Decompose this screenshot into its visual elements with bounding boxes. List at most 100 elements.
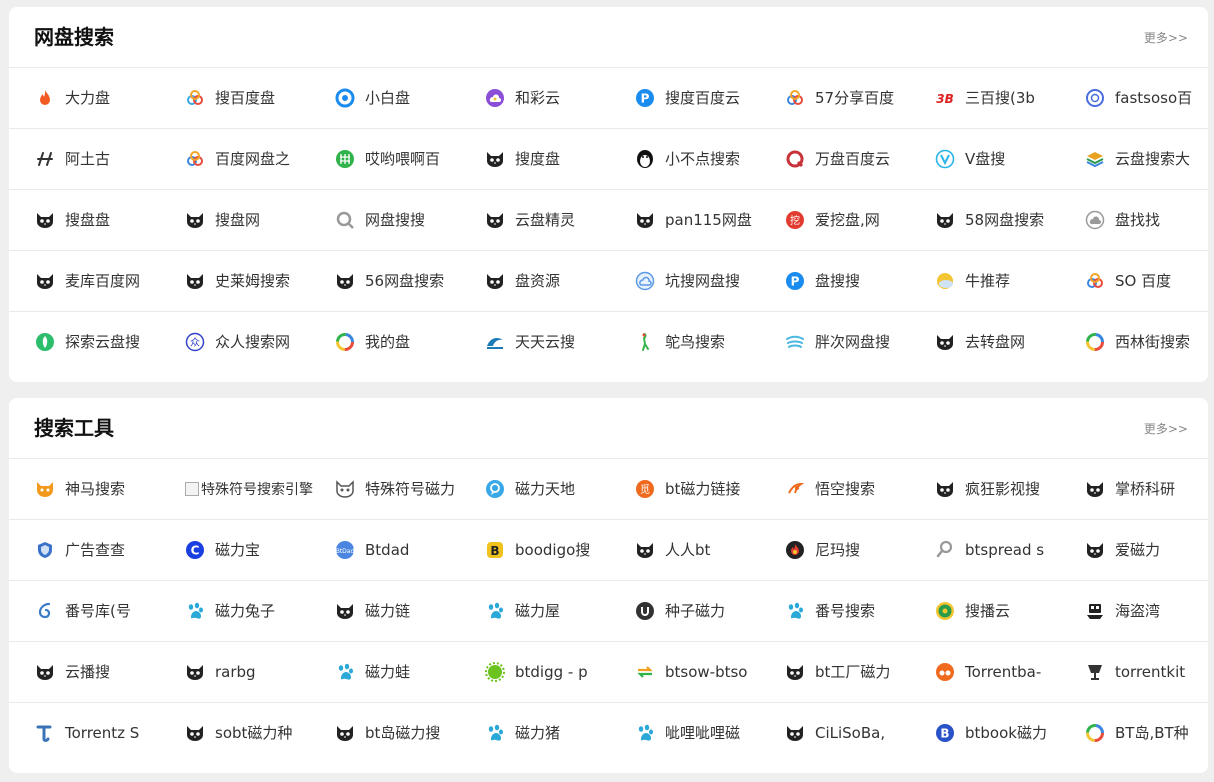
site-link[interactable]: 众 众人搜索网 (185, 312, 325, 372)
more-link[interactable]: 更多>> (1144, 29, 1188, 46)
grid-row: 云播搜 rarbg 磁力蛙 btdigg - p btsow-btso bt工厂磁力 Tor… (9, 642, 1208, 703)
site-link[interactable]: btspread s (935, 520, 1075, 580)
site-link[interactable]: 阿土古 (35, 129, 175, 189)
site-link[interactable]: sobt磁力种 (185, 703, 325, 763)
site-link[interactable]: 搜百度盘 (185, 68, 325, 128)
site-link[interactable]: 特殊符号搜索引擎 (185, 459, 325, 519)
site-link[interactable]: BtDad Btdad (335, 520, 475, 580)
site-link[interactable]: 56网盘搜索 (335, 251, 475, 311)
h-mark-icon (35, 149, 55, 169)
site-link[interactable]: 鸵鸟搜索 (635, 312, 775, 372)
site-link[interactable]: 番号库(号 (35, 581, 175, 641)
site-link[interactable]: 去转盘网 (935, 312, 1075, 372)
site-link[interactable]: 西林街搜索 (1085, 312, 1195, 372)
site-link[interactable]: torrentkit (1085, 642, 1195, 702)
site-link[interactable]: 胖次网盘搜 (785, 312, 925, 372)
site-link[interactable]: V盘搜 (935, 129, 1075, 189)
cat-icon (485, 149, 505, 169)
site-link[interactable]: 呲哩呲哩磁 (635, 703, 775, 763)
site-link-label: 搜盘网 (215, 211, 261, 229)
cat-icon (35, 271, 55, 291)
site-link[interactable]: bt岛磁力搜 (335, 703, 475, 763)
site-link[interactable]: CiLiSoBa, (785, 703, 925, 763)
site-link[interactable]: 人人bt (635, 520, 775, 580)
site-link[interactable]: 58网盘搜索 (935, 190, 1075, 250)
site-link[interactable]: 磁力猪 (485, 703, 625, 763)
site-link[interactable]: 番号搜索 (785, 581, 925, 641)
site-link[interactable]: C 磁力宝 (185, 520, 325, 580)
ostrich-icon (635, 332, 655, 352)
site-link[interactable]: 麦库百度网 (35, 251, 175, 311)
site-link-label: 众人搜索网 (215, 333, 291, 351)
site-link[interactable]: fastsoso百 (1085, 68, 1195, 128)
site-link[interactable]: 哎哟喂啊百 (335, 129, 475, 189)
site-link-label: 三百搜(3b (965, 89, 1035, 107)
site-link[interactable]: 神马搜索 (35, 459, 175, 519)
site-link[interactable]: SO 百度 (1085, 251, 1195, 311)
site-link[interactable]: Torrentz S (35, 703, 175, 763)
site-link[interactable]: 磁力屋 (485, 581, 625, 641)
site-link[interactable]: 57分享百度 (785, 68, 925, 128)
layers-icon (1085, 149, 1105, 169)
site-link[interactable]: 搜播云 (935, 581, 1075, 641)
site-link[interactable]: 网盘搜搜 (335, 190, 475, 250)
site-link[interactable]: bt工厂磁力 (785, 642, 925, 702)
rainbow-ring-icon (1085, 332, 1105, 352)
site-link[interactable]: 搜盘网 (185, 190, 325, 250)
site-link[interactable]: 云盘精灵 (485, 190, 625, 250)
cup-icon (1085, 662, 1105, 682)
more-link[interactable]: 更多>> (1144, 420, 1188, 437)
site-link[interactable]: 探索云盘搜 (35, 312, 175, 372)
site-link[interactable]: pan115网盘 (635, 190, 775, 250)
site-link[interactable]: 大力盘 (35, 68, 175, 128)
site-link[interactable]: btsow-btso (635, 642, 775, 702)
site-link-label: fastsoso百 (1115, 89, 1193, 107)
site-link[interactable]: 云盘搜索大 (1085, 129, 1195, 189)
site-link[interactable]: 挖 爱挖盘,网 (785, 190, 925, 250)
site-link[interactable]: Torrentba- (935, 642, 1075, 702)
site-link-label: 神马搜索 (65, 480, 126, 498)
site-link[interactable]: 掌桥科研 (1085, 459, 1195, 519)
site-link[interactable]: 磁力蛙 (335, 642, 475, 702)
site-link[interactable]: 我的盘 (335, 312, 475, 372)
site-link[interactable]: btdigg - p (485, 642, 625, 702)
site-link[interactable]: 百度网盘之 (185, 129, 325, 189)
site-link[interactable]: 爱磁力 (1085, 520, 1195, 580)
site-link[interactable]: 盘资源 (485, 251, 625, 311)
site-link[interactable]: 磁力天地 (485, 459, 625, 519)
site-link[interactable]: P 盘搜搜 (785, 251, 925, 311)
cat-icon (935, 210, 955, 230)
site-link[interactable]: 尼玛搜 (785, 520, 925, 580)
site-link[interactable]: 云播搜 (35, 642, 175, 702)
site-link[interactable]: 磁力链 (335, 581, 475, 641)
site-link[interactable]: 特殊符号磁力 (335, 459, 475, 519)
site-link[interactable]: 种子磁力 (635, 581, 775, 641)
monkey-icon (785, 479, 805, 499)
site-link[interactable]: 盘找找 (1085, 190, 1195, 250)
site-link[interactable]: 搜盘盘 (35, 190, 175, 250)
site-link[interactable]: 觅 bt磁力链接 (635, 459, 775, 519)
site-link[interactable]: 搜度盘 (485, 129, 625, 189)
site-link[interactable]: Bbtbook磁力 (935, 703, 1075, 763)
site-link[interactable]: 牛推荐 (935, 251, 1075, 311)
site-link[interactable]: 悟空搜索 (785, 459, 925, 519)
cat-icon (335, 723, 355, 743)
site-link[interactable]: 史莱姆搜索 (185, 251, 325, 311)
site-link[interactable]: rarbg (185, 642, 325, 702)
site-link[interactable]: 海盗湾 (1085, 581, 1195, 641)
site-link[interactable]: 3B 三百搜(3b (935, 68, 1075, 128)
site-link[interactable]: 坑搜网盘搜 (635, 251, 775, 311)
site-link[interactable]: 和彩云 (485, 68, 625, 128)
site-link-label: 大力盘 (65, 89, 111, 107)
site-link[interactable]: 磁力兔子 (185, 581, 325, 641)
site-link[interactable]: 小不点搜索 (635, 129, 775, 189)
site-link[interactable]: 天天云搜 (485, 312, 625, 372)
site-link[interactable]: BT岛,BT种 (1085, 703, 1195, 763)
site-link[interactable]: 小白盘 (335, 68, 475, 128)
site-link[interactable]: 疯狂影视搜 (935, 459, 1075, 519)
site-link[interactable]: P 搜度百度云 (635, 68, 775, 128)
site-link[interactable]: 万盘百度云 (785, 129, 925, 189)
site-link[interactable]: 广告查查 (35, 520, 175, 580)
site-link-label: BT岛,BT种 (1115, 724, 1189, 742)
site-link[interactable]: Bboodigo搜 (485, 520, 625, 580)
